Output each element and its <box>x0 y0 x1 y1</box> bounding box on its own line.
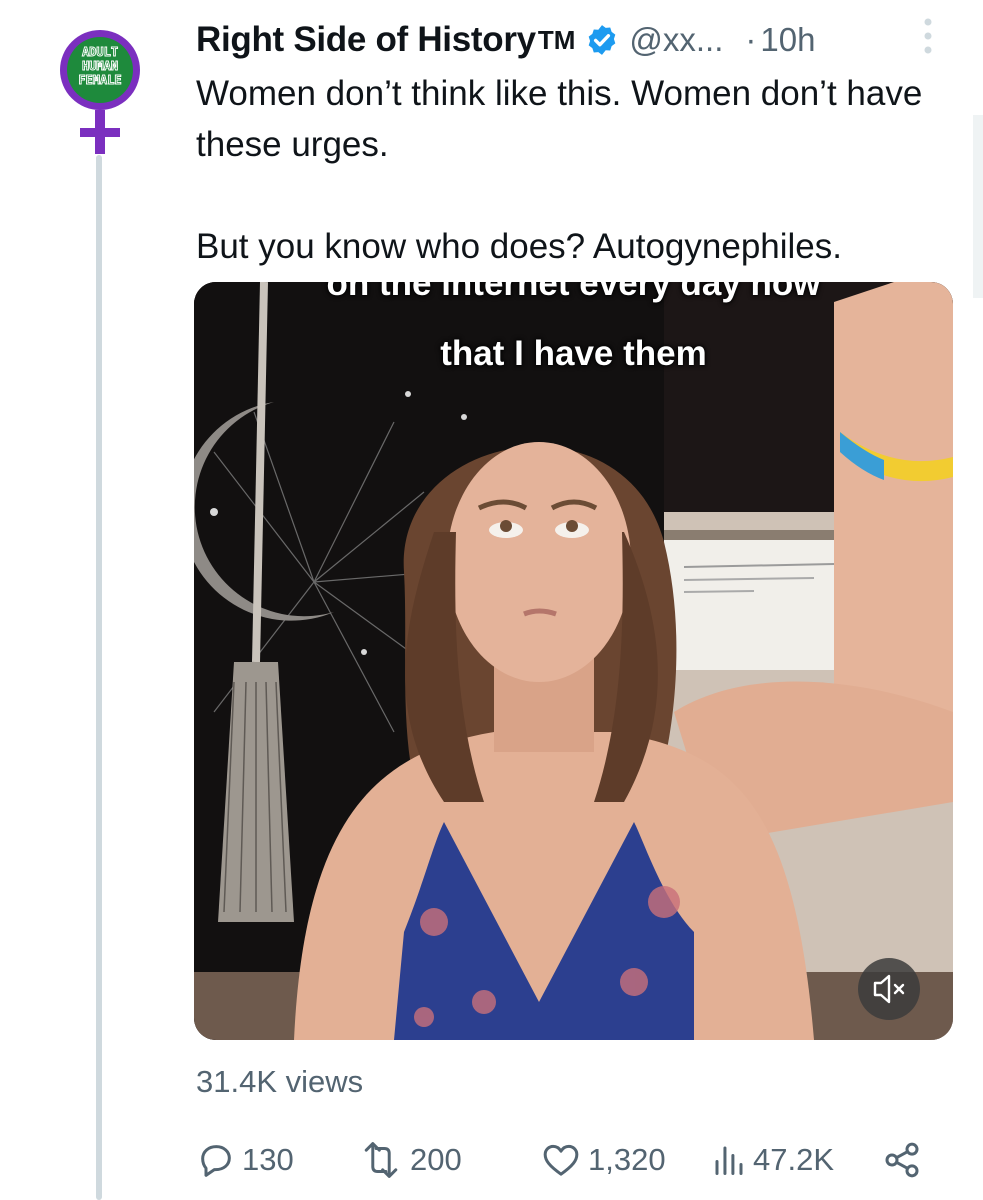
video-caption: that I have them <box>440 334 707 373</box>
tweet-text-paragraph: Women don’t think like this. Women don’t… <box>196 74 923 164</box>
volume-muted-icon <box>873 974 905 1004</box>
reply-count: 130 <box>242 1142 294 1177</box>
scrollbar[interactable] <box>973 115 983 298</box>
tweet-timestamp[interactable]: 10h <box>760 21 815 59</box>
video-caption-top: on the internet every day now <box>326 282 821 303</box>
mute-toggle-button[interactable] <box>858 958 920 1020</box>
tweet-action-bar: 130 200 1,320 47.2K <box>196 1135 956 1185</box>
thread-connector-line <box>96 155 102 1200</box>
repost-count: 200 <box>410 1142 462 1177</box>
author-name[interactable]: Right Side of History <box>196 20 536 60</box>
avatar-text-line: FEMALE <box>78 73 121 87</box>
author-name-suffix[interactable]: TM <box>538 25 576 56</box>
repost-button[interactable]: 200 <box>358 1135 462 1185</box>
author-handle[interactable]: @xx... <box>629 21 723 59</box>
verified-badge-icon <box>589 25 616 55</box>
video-frame <box>194 282 953 1040</box>
tweet-header: Right Side of History TM @xx... · 10h <box>196 14 956 66</box>
avatar-text-line: HUMAN <box>82 59 118 73</box>
view-count: 31.4K views <box>196 1064 364 1099</box>
reply-icon <box>201 1145 231 1177</box>
share-button[interactable] <box>882 1135 928 1185</box>
avatar-text-line: ADULT <box>82 45 118 59</box>
like-count: 1,320 <box>588 1142 666 1177</box>
separator-dot: · <box>745 21 757 58</box>
analytics-button[interactable]: 47.2K <box>711 1135 834 1185</box>
heart-icon <box>543 1144 579 1176</box>
reply-button[interactable]: 130 <box>196 1135 294 1185</box>
analytics-count: 47.2K <box>753 1142 835 1177</box>
analytics-icon <box>715 1146 743 1175</box>
tweet-text-paragraph: But you know who does? Autogynephiles. <box>196 227 842 266</box>
avatar[interactable]: ADULT HUMAN FEMALE <box>50 30 150 155</box>
share-icon <box>885 1142 919 1178</box>
tweet-body: Women don’t think like this. Women don’t… <box>196 68 956 272</box>
repost-icon <box>364 1142 398 1178</box>
more-options-icon[interactable] <box>915 14 941 60</box>
video-player[interactable]: on the internet every day now that I hav… <box>194 282 953 1040</box>
like-button[interactable]: 1,320 <box>540 1135 666 1185</box>
